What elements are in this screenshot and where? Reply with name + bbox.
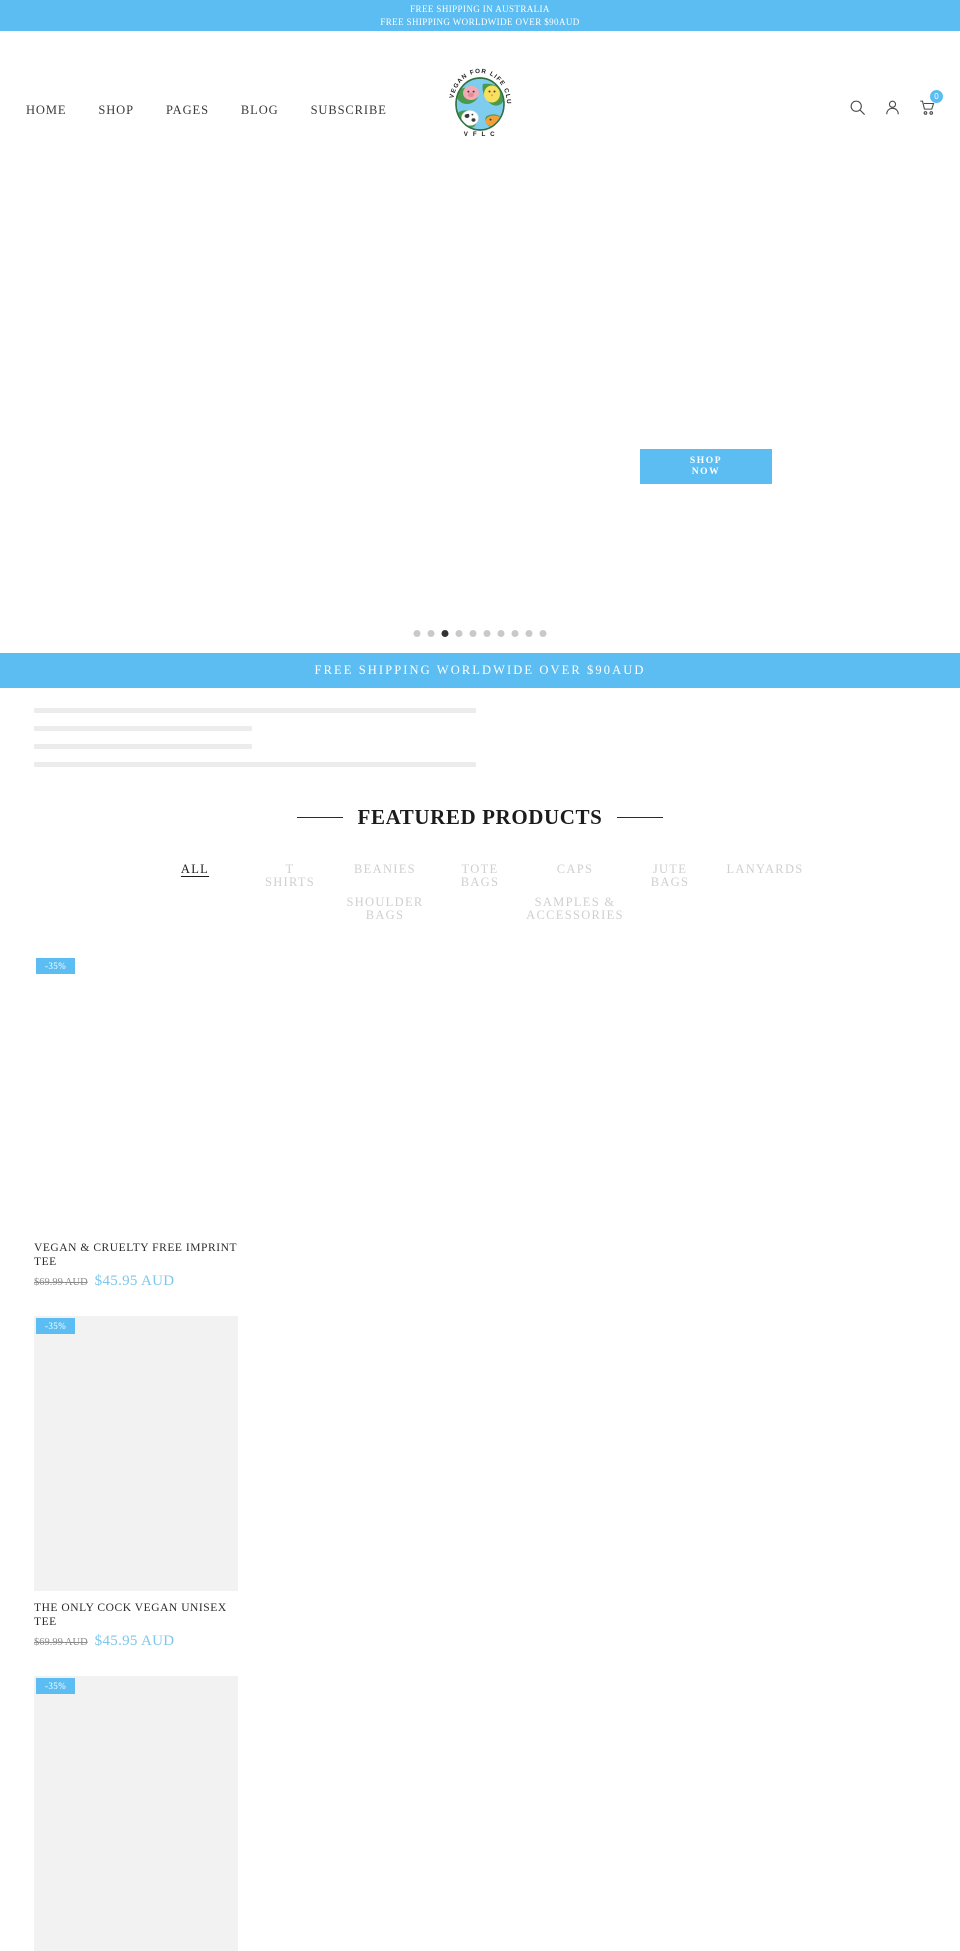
product-old-price: $69.99 AUD — [34, 1277, 88, 1288]
discount-badge: -35% — [36, 1318, 76, 1334]
globe-with-animals-logo: VEGAN FOR LIFE CLUB V F L C — [443, 64, 511, 138]
product-card[interactable] — [723, 1676, 927, 1951]
nav-item-shop[interactable]: SHOP — [98, 103, 134, 118]
nav-item-blog[interactable]: BLOG — [241, 103, 279, 118]
slider-dot[interactable] — [483, 630, 491, 637]
filter-tab-t-shirts[interactable]: T SHIRTS — [243, 856, 338, 889]
filter-tab-beanies[interactable]: BEANIES — [338, 856, 433, 876]
product-new-price: $45.95 AUD — [94, 1273, 175, 1289]
main-navigation: HOME SHOP PAGES BLOG SUBSCRIBE — [26, 103, 387, 118]
shop-now-button[interactable]: SHOP NOW — [640, 449, 772, 484]
placeholder-line — [34, 708, 476, 713]
product-card[interactable] — [493, 956, 697, 1290]
shop-now-label-line1: SHOP — [689, 455, 723, 466]
product-card[interactable] — [264, 1676, 468, 1951]
product-card[interactable] — [723, 1316, 927, 1650]
search-icon[interactable] — [849, 99, 866, 116]
shipping-banner: FREE SHIPPING WORLDWIDE OVER $90AUD — [0, 653, 960, 688]
slider-dots[interactable] — [413, 630, 547, 637]
heading-rule-left — [296, 817, 343, 818]
product-card[interactable] — [264, 956, 468, 1290]
product-title[interactable]: THE ONLY COCK VEGAN UNISEX TEE — [34, 1601, 238, 1629]
cart-icon[interactable]: 0 — [919, 90, 943, 116]
product-card[interactable] — [493, 1676, 697, 1951]
product-card[interactable] — [264, 1316, 468, 1650]
heading-rule-right — [617, 817, 664, 818]
slider-dot[interactable] — [539, 630, 547, 637]
discount-badge: -35% — [36, 958, 76, 974]
slider-dot[interactable] — [413, 630, 421, 637]
product-category-filters: ALL T SHIRTS BEANIES TOTE BAGS CAPS JUTE… — [100, 856, 860, 889]
product-title[interactable]: VEGAN & CRUELTY FREE IMPRINT TEE — [34, 1241, 238, 1269]
product-image[interactable]: -35% — [34, 956, 238, 1231]
nav-item-subscribe[interactable]: SUBSCRIBE — [311, 103, 387, 118]
placeholder-line — [34, 726, 252, 731]
discount-badge: -35% — [36, 1678, 76, 1694]
product-card[interactable]: -35% VEGAN & CRUELTY FREE IMPRINT TEE $6… — [34, 956, 238, 1290]
product-image[interactable]: -35% — [34, 1676, 238, 1951]
cart-count-badge: 0 — [930, 90, 943, 103]
page-title: FEATURED PRODUCTS — [357, 805, 603, 829]
slider-dot[interactable] — [497, 630, 505, 637]
placeholder-line — [34, 762, 476, 767]
product-card[interactable] — [493, 1316, 697, 1650]
slider-dot-active[interactable] — [441, 630, 449, 637]
hero-slider[interactable]: SHOP NOW — [0, 136, 960, 653]
slider-dot[interactable] — [455, 630, 463, 637]
content-placeholder-block — [0, 688, 960, 767]
placeholder-line — [34, 744, 252, 749]
announcement-line-1: FREE SHIPPING IN AUSTRALIA — [410, 4, 550, 14]
announcement-line-2: FREE SHIPPING WORLDWIDE OVER $90AUD — [380, 17, 580, 27]
filter-tab-tote-bags[interactable]: TOTE BAGS — [433, 856, 528, 889]
product-grid: -35% VEGAN & CRUELTY FREE IMPRINT TEE $6… — [0, 956, 960, 1951]
header-icon-group: 0 — [849, 90, 943, 116]
filter-tab-jute-bags[interactable]: JUTE BAGS — [623, 856, 718, 889]
site-header: HOME SHOP PAGES BLOG SUBSCRIBE VEGAN FOR… — [0, 31, 960, 138]
slider-dot[interactable] — [511, 630, 519, 637]
announcement-bar: FREE SHIPPING IN AUSTRALIA FREE SHIPPING… — [0, 0, 960, 31]
filter-tab-caps[interactable]: CAPS — [528, 856, 623, 876]
filter-tab-lanyards[interactable]: LANYARDS — [718, 856, 813, 876]
site-logo[interactable]: VEGAN FOR LIFE CLUB V F L C — [443, 64, 517, 138]
shop-now-label-line2: NOW — [691, 466, 721, 477]
filter-tab-shoulder-bags[interactable]: SHOULDER BAGS — [290, 889, 480, 922]
slider-dot[interactable] — [427, 630, 435, 637]
product-category-filters-row2: SHOULDER BAGS SAMPLES & ACCESSORIES — [100, 889, 860, 922]
product-card[interactable]: -35% THE ONLY COCK VEGAN UNISEX TEE $69.… — [34, 1316, 238, 1650]
product-old-price: $69.99 AUD — [34, 1637, 88, 1648]
product-card[interactable] — [723, 956, 927, 1290]
product-card[interactable]: -35% — [34, 1676, 238, 1951]
filter-tab-all[interactable]: ALL — [148, 856, 243, 876]
product-price: $69.99 AUD $45.95 AUD — [34, 1633, 238, 1650]
filter-tab-samples-accessories[interactable]: SAMPLES & ACCESSORIES — [480, 889, 670, 922]
slider-dot[interactable] — [525, 630, 533, 637]
user-icon[interactable] — [884, 99, 901, 116]
product-new-price: $45.95 AUD — [94, 1633, 175, 1649]
nav-item-pages[interactable]: PAGES — [166, 103, 209, 118]
shipping-banner-text: FREE SHIPPING WORLDWIDE OVER $90AUD — [314, 663, 646, 677]
product-price: $69.99 AUD $45.95 AUD — [34, 1273, 238, 1290]
nav-item-home[interactable]: HOME — [26, 103, 66, 118]
product-image[interactable]: -35% — [34, 1316, 238, 1591]
featured-products-heading: FEATURED PRODUCTS — [0, 805, 960, 830]
slider-dot[interactable] — [469, 630, 477, 637]
